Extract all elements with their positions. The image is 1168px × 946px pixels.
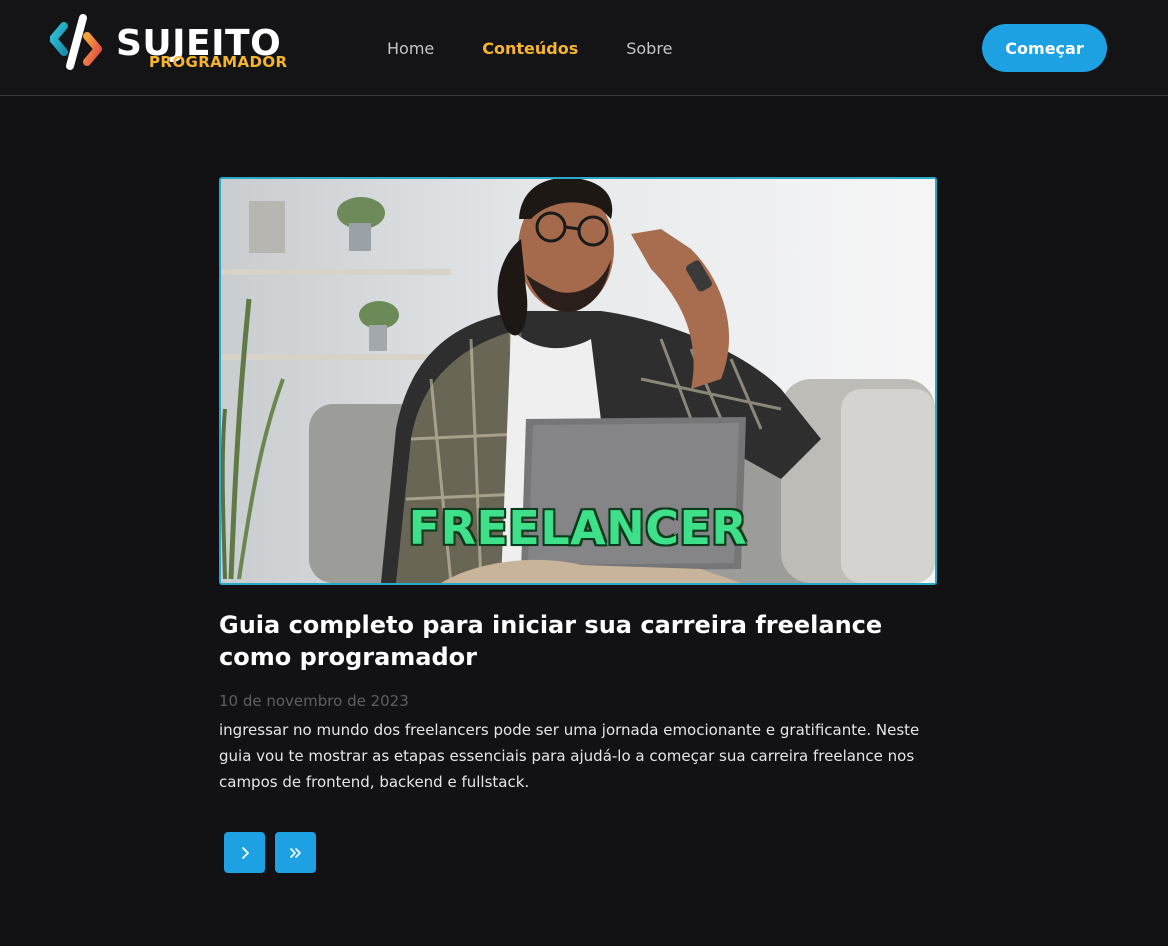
site-header: SUJEITO PROGRAMADOR Home Conteúdos Sobre…	[0, 0, 1168, 96]
logo-mark-icon	[50, 14, 102, 70]
post-card: FREELANCER Guia completo para iniciar su…	[219, 177, 937, 795]
site-logo[interactable]: SUJEITO PROGRAMADOR	[50, 12, 310, 74]
start-button[interactable]: Começar	[982, 24, 1107, 72]
nav-link-home[interactable]: Home	[387, 38, 434, 60]
post-date: 10 de novembro de 2023	[219, 692, 409, 710]
nav-link-conteudos[interactable]: Conteúdos	[482, 38, 578, 60]
banner-title-text: FREELANCER	[408, 501, 748, 555]
next-page-button[interactable]	[224, 832, 265, 873]
chevron-right-icon	[241, 846, 249, 859]
nav-link-sobre[interactable]: Sobre	[626, 38, 672, 60]
logo-subtitle: PROGRAMADOR	[149, 53, 288, 71]
post-banner-image[interactable]: FREELANCER	[219, 177, 937, 585]
main-nav: Home Conteúdos Sobre	[387, 38, 720, 60]
last-page-button[interactable]	[275, 832, 316, 873]
pagination	[224, 832, 326, 873]
post-title[interactable]: Guia completo para iniciar sua carreira …	[219, 609, 937, 673]
double-chevron-right-icon	[289, 847, 301, 858]
post-excerpt: ingressar no mundo dos freelancers pode …	[219, 721, 920, 791]
